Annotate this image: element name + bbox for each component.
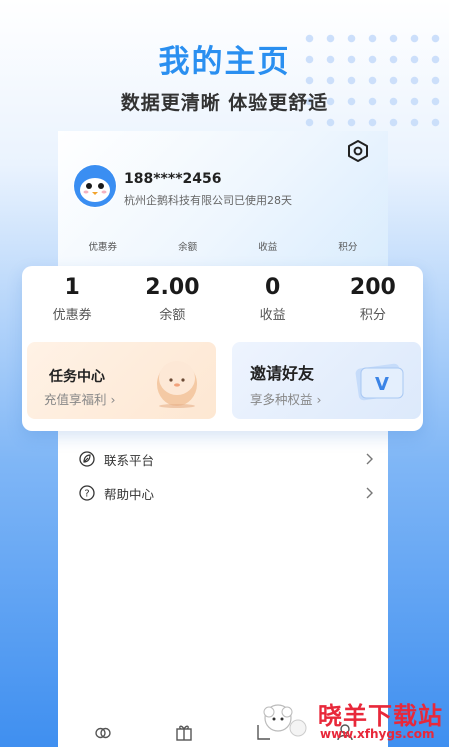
chevron-right-icon — [366, 453, 373, 465]
stat-earnings[interactable]: 0 收益 — [223, 274, 323, 323]
menu-label: 联系平台 — [104, 452, 155, 468]
stat-points[interactable]: 200 积分 — [323, 274, 423, 323]
task-center-subtitle-text: 充值享福利 — [44, 392, 107, 407]
mini-label: 积分 — [338, 242, 358, 253]
stat-value: 200 — [349, 275, 396, 300]
task-center-subtitle: 充值享福利 › — [44, 392, 116, 407]
promo-subtitle: 数据更清晰 体验更舒适 — [120, 92, 329, 114]
stat-balance[interactable]: 2.00 余额 — [122, 274, 222, 323]
sheep-logo-icon — [263, 704, 307, 737]
stat-value: 2.00 — [145, 275, 200, 300]
stat-label: 优惠券 — [52, 308, 92, 323]
menu-label: 帮助中心 — [104, 486, 155, 502]
phone-screen: 188****2456 杭州企鹅科技有限公司已使用28天 优惠券 余额 收益 积… — [58, 131, 388, 747]
chevron-right-icon — [366, 487, 373, 499]
tab-home-icon[interactable] — [94, 723, 112, 741]
stats-card: 1 优惠券 2.00 余额 0 收益 200 积分 任务中心 充值享福利 › 邀… — [22, 266, 423, 431]
mini-stat-labels: 优惠券 余额 收益 积分 — [58, 239, 388, 253]
stat-value: 1 — [64, 275, 80, 300]
task-center-card[interactable]: 任务中心 充值享福利 › — [27, 342, 216, 419]
promo-title: 我的主页 — [158, 44, 291, 80]
watermark: 晓羊下载站 www.xfhygs.com — [258, 696, 448, 744]
leaf-icon — [79, 451, 95, 467]
stat-label: 余额 — [159, 308, 186, 323]
invite-friends-title: 邀请好友 — [250, 364, 315, 383]
mini-label: 余额 — [178, 242, 198, 253]
watermark-name: 晓羊下载站 — [318, 702, 443, 730]
task-center-title: 任务中心 — [49, 369, 105, 385]
menu-item-contact[interactable]: 联系平台 — [58, 449, 388, 469]
stat-label: 积分 — [359, 308, 386, 323]
tab-gift-icon[interactable] — [175, 723, 193, 741]
question-circle-icon: ? — [79, 485, 95, 501]
egg-mascot-icon — [157, 361, 197, 408]
invite-friends-subtitle: 享多种权益 › — [250, 392, 322, 407]
vip-card-icon: V — [355, 363, 404, 401]
menu-item-help[interactable]: ? 帮助中心 — [58, 483, 388, 503]
invite-friends-subtitle-text: 享多种权益 — [250, 392, 313, 407]
stat-value: 0 — [264, 275, 281, 300]
settings-icon[interactable] — [346, 139, 370, 163]
company-usage: 杭州企鹅科技有限公司已使用28天 — [124, 194, 292, 207]
invite-friends-card[interactable]: 邀请好友 享多种权益 › V — [232, 342, 421, 419]
svg-text:V: V — [375, 374, 389, 395]
mini-label: 优惠券 — [88, 242, 118, 253]
stat-coupons[interactable]: 1 优惠券 — [22, 274, 122, 323]
watermark-url: www.xfhygs.com — [320, 727, 435, 741]
stats-row: 1 优惠券 2.00 余额 0 收益 200 积分 — [22, 274, 423, 323]
avatar[interactable] — [73, 164, 117, 208]
stat-label: 收益 — [259, 308, 286, 323]
user-phone: 188****2456 — [124, 171, 222, 187]
svg-text:?: ? — [84, 489, 89, 500]
mini-label: 收益 — [258, 242, 278, 253]
